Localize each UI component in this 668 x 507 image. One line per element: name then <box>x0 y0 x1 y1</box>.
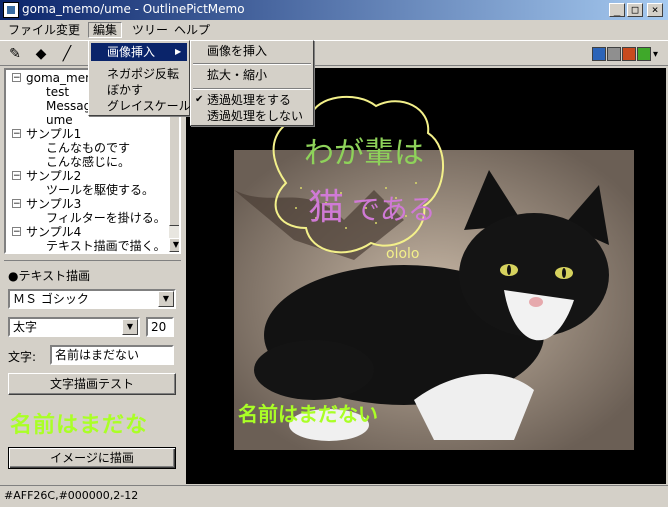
text-input[interactable]: 名前はまだない <box>50 345 174 365</box>
menu-help[interactable]: ヘルプ <box>170 22 214 38</box>
bubble-line-1: わが輩は <box>304 136 424 171</box>
font-select-value: ＭＳ ゴシック <box>13 292 89 306</box>
color-dropdown-icon[interactable]: ▾ <box>653 49 658 60</box>
color-swatch-gray[interactable] <box>607 47 621 61</box>
bubble-line-2-rest: である <box>352 193 436 226</box>
app-icon[interactable] <box>3 2 19 18</box>
status-text: #AFF26C,#000000,2-12 <box>4 489 139 502</box>
text-preview: 名前はまだな <box>10 413 149 438</box>
text-label: 文字: <box>8 350 37 364</box>
menu-item-insert-image[interactable]: 画像を挿入 <box>207 42 267 60</box>
menu-edit[interactable]: 編集 <box>88 22 123 38</box>
color-swatch-green[interactable] <box>637 47 651 61</box>
menu-item-transparent-off[interactable]: 透過処理をしない <box>207 107 303 125</box>
tree-node-label: こんなものです <box>46 141 131 155</box>
bubble-line-2-cat: 猫 <box>308 187 345 228</box>
menu-change[interactable]: 変更 <box>52 22 84 38</box>
tree-node-label: サンプル3 <box>26 197 82 211</box>
tree-node-label: ツールを駆使する。 <box>46 183 155 197</box>
panel-heading: ●テキスト描画 <box>8 269 91 283</box>
color-swatch-blue[interactable] <box>592 47 606 61</box>
maximize-button[interactable]: □ <box>627 3 643 17</box>
text-draw-test-button[interactable]: 文字描画テスト <box>8 373 176 395</box>
menu-item-resize[interactable]: 拡大・縮小 <box>207 66 267 84</box>
tree-node-label: ume <box>46 113 73 127</box>
image-insert-submenu: 画像を挿入 拡大・縮小 ✔ 透過処理をする 透過処理をしない <box>190 40 314 126</box>
color-swatch-red[interactable] <box>622 47 636 61</box>
draw-to-image-button[interactable]: イメージに描画 <box>8 447 176 469</box>
bubble-tail-text: ololo <box>386 246 420 262</box>
menu-separator <box>193 63 311 65</box>
menu-tree[interactable]: ツリー <box>128 22 172 38</box>
collapse-toggle-icon[interactable]: − <box>12 73 21 83</box>
menu-bar: ファイル 変更 編集 ツリー ヘルプ <box>0 20 668 40</box>
style-select[interactable]: 太字 ▼ <box>8 317 140 337</box>
menu-item-grayscale[interactable]: グレイスケール <box>107 97 191 115</box>
style-select-value: 太字 <box>13 320 38 334</box>
scroll-down-icon[interactable]: ▼ <box>169 238 179 252</box>
submenu-arrow-icon: ▶ <box>175 47 182 56</box>
collapse-toggle-icon[interactable]: − <box>12 227 21 237</box>
window-title: goma_memo/ume - OutlinePictMemo <box>22 2 245 16</box>
font-select[interactable]: ＭＳ ゴシック ▼ <box>8 289 176 309</box>
collapse-toggle-icon[interactable]: − <box>12 199 21 209</box>
tree-node-label: サンプル4 <box>26 225 82 239</box>
tree-node-label: こんな感じに。 <box>46 155 131 169</box>
photo-overlay-text: 名前はまだない <box>238 402 378 426</box>
tree-node-label: test <box>46 85 70 99</box>
close-button[interactable]: × <box>647 3 663 17</box>
text-draw-panel: ●テキスト描画 ＭＳ ゴシック ▼ 太字 ▼ 20 文字: 名前はまだない 文字… <box>4 260 181 482</box>
menu-item-image-insert[interactable]: 画像挿入 ▶ <box>91 43 187 61</box>
menu-separator <box>193 88 311 90</box>
tree-node-label: サンプル2 <box>26 169 82 183</box>
eraser-icon[interactable]: ◆ <box>32 45 50 63</box>
chevron-down-icon[interactable]: ▼ <box>122 319 138 335</box>
chevron-down-icon[interactable]: ▼ <box>158 291 174 307</box>
tree-node-label: フィルターを掛ける。 <box>46 211 166 225</box>
tree-node-label: サンプル1 <box>26 127 82 141</box>
menu-item-image-insert-label: 画像挿入 <box>107 45 156 59</box>
collapse-toggle-icon[interactable]: − <box>12 129 21 139</box>
status-bar: #AFF26C,#000000,2-12 <box>0 485 668 507</box>
title-bar[interactable]: goma_memo/ume - OutlinePictMemo _ □ × <box>0 0 668 20</box>
tree-node-label: テキスト描画で描く。 <box>46 239 166 253</box>
pencil-icon[interactable]: ✎ <box>6 45 24 63</box>
edit-menu-popup: 画像挿入 ▶ ネガポジ反転 ぼかす グレイスケール <box>88 40 191 116</box>
size-field[interactable]: 20 <box>146 317 174 337</box>
collapse-toggle-icon[interactable]: − <box>12 171 21 181</box>
check-icon: ✔ <box>195 94 204 105</box>
line-icon[interactable]: ╱ <box>58 45 76 63</box>
image-canvas[interactable]: 名前はまだない わが輩は 猫 である ololo <box>186 68 666 484</box>
minimize-button[interactable]: _ <box>609 3 625 17</box>
